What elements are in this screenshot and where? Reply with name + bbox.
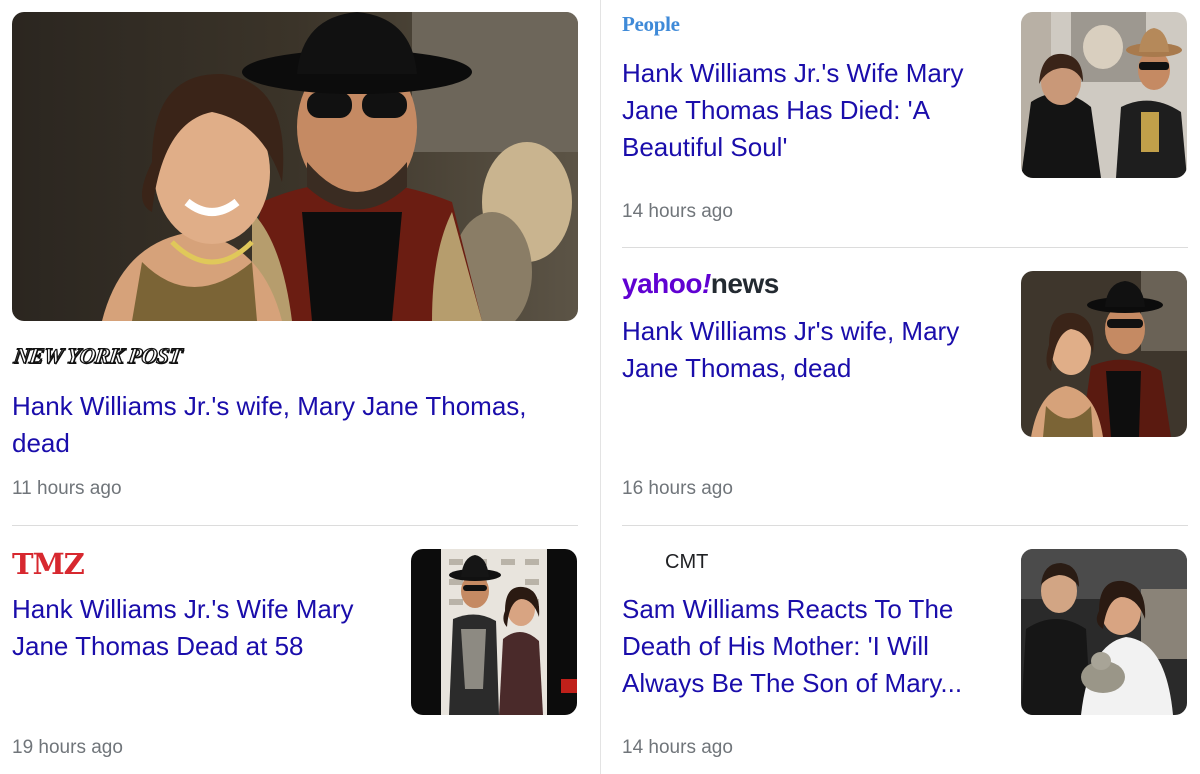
news-wordmark: news <box>710 268 780 299</box>
article-headline[interactable]: Sam Williams Reacts To The Death of His … <box>622 591 1007 702</box>
article-thumbnail <box>1021 549 1187 715</box>
article-headline[interactable]: Hank Williams Jr's wife, Mary Jane Thoma… <box>622 313 1002 387</box>
article-timestamp: 16 hours ago <box>622 478 733 499</box>
article-timestamp: 19 hours ago <box>12 737 123 758</box>
yahoo-wordmark: yahoo <box>622 268 702 299</box>
article-image <box>12 12 578 321</box>
news-card-tmz[interactable]: TMZ Hank Williams Jr.'s Wife Mary Jane T… <box>0 526 600 774</box>
news-card-new-york-post[interactable]: NEW YORK POST Hank Williams Jr.'s wife, … <box>0 0 600 525</box>
news-card-people[interactable]: People Hank Williams Jr.'s Wife Mary Jan… <box>601 0 1200 247</box>
source-logo-yahoo-news: yahoo!news <box>622 268 779 300</box>
photo-couple-event-icon <box>1021 271 1187 437</box>
photo-couple-cowboy-hat-icon <box>12 12 578 321</box>
source-logo-tmz: TMZ <box>12 547 85 581</box>
photo-mother-son-icon <box>1021 549 1187 715</box>
yahoo-exclamation: ! <box>701 268 711 299</box>
article-thumbnail <box>411 549 577 715</box>
photo-red-carpet-icon <box>411 549 577 715</box>
source-logo-people: People <box>622 12 680 36</box>
article-headline[interactable]: Hank Williams Jr.'s wife, Mary Jane Thom… <box>12 388 582 462</box>
article-timestamp: 11 hours ago <box>12 478 122 499</box>
article-thumbnail <box>1021 271 1187 437</box>
source-logo-new-york-post: NEW YORK POST <box>12 342 184 368</box>
source-logo-cmt: CMT <box>665 551 709 573</box>
article-headline[interactable]: Hank Williams Jr.'s Wife Mary Jane Thoma… <box>622 55 1002 166</box>
news-card-cmt[interactable]: CMT Sam Williams Reacts To The Death of … <box>601 526 1200 774</box>
article-thumbnail <box>1021 12 1187 178</box>
article-timestamp: 14 hours ago <box>622 737 733 758</box>
article-timestamp: 14 hours ago <box>622 201 733 222</box>
article-headline[interactable]: Hank Williams Jr.'s Wife Mary Jane Thoma… <box>12 591 397 665</box>
news-card-yahoo-news[interactable]: yahoo!news Hank Williams Jr's wife, Mary… <box>601 248 1200 525</box>
photo-couple-plaque-icon <box>1021 12 1187 178</box>
